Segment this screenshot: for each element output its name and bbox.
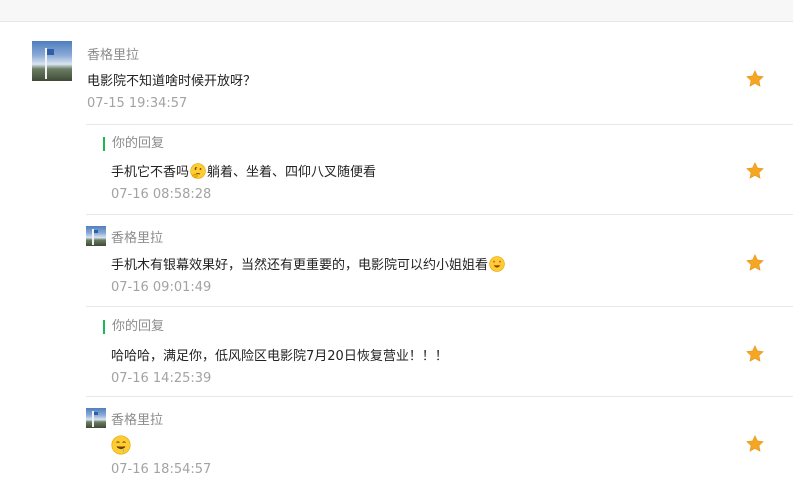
reply-time: 07-16 14:25:39 [111,371,212,386]
reply-text: 手机木有银幕效果好，当然还有更重要的，电影院可以约小姐姐看 [111,254,506,273]
comment-time: 07-15 19:34:57 [87,96,188,111]
reply-time: 07-16 18:54:57 [111,462,212,477]
reply-item: 你的回复 哈哈哈，满足你，低风险区电影院7月20日恢复营业！！！ 07-16 1… [86,306,793,397]
comment-page: 香格里拉 电影院不知道啥时候开放呀？ 07-15 19:34:57 你的回复 手… [0,0,793,477]
avatar[interactable] [86,408,106,428]
comment-text: 电影院不知道啥时候开放呀？ [87,74,257,89]
your-reply-label: 你的回复 [103,137,164,151]
reply-author[interactable]: 香格里拉 [111,227,163,246]
reply-item: 香格里拉 07-16 18:54:57 [86,396,793,477]
top-bar [0,0,793,22]
star-icon[interactable] [745,344,765,364]
star-icon[interactable] [745,69,765,89]
your-reply-label: 你的回复 [103,320,164,334]
reply-text: 哈哈哈，满足你，低风险区电影院7月20日恢复营业！！！ [111,349,448,364]
avatar[interactable] [86,226,106,246]
drooling-face-icon [111,435,131,455]
avatar[interactable] [32,41,72,81]
star-icon[interactable] [745,434,765,454]
comment-author[interactable]: 香格里拉 [87,44,139,63]
reply-time: 07-16 08:58:28 [111,187,212,202]
thinking-face-icon [190,163,206,179]
reply-text [111,435,131,459]
star-icon[interactable] [745,161,765,181]
reply-time: 07-16 09:01:49 [111,280,212,295]
star-icon[interactable] [745,253,765,273]
main-comment: 香格里拉 电影院不知道啥时候开放呀？ 07-15 19:34:57 [0,22,793,125]
reply-author[interactable]: 香格里拉 [111,409,163,428]
reply-item: 你的回复 手机它不香吗 躺着、坐着、四仰八叉随便看 07-16 08:58:28 [86,124,793,215]
heart-eyes-icon [489,256,505,272]
comment-thread: 香格里拉 电影院不知道啥时候开放呀？ 07-15 19:34:57 你的回复 手… [0,22,793,477]
reply-item: 香格里拉 手机木有银幕效果好，当然还有更重要的，电影院可以约小姐姐看 07-16… [86,214,793,307]
reply-text: 手机它不香吗 躺着、坐着、四仰八叉随便看 [111,163,377,180]
